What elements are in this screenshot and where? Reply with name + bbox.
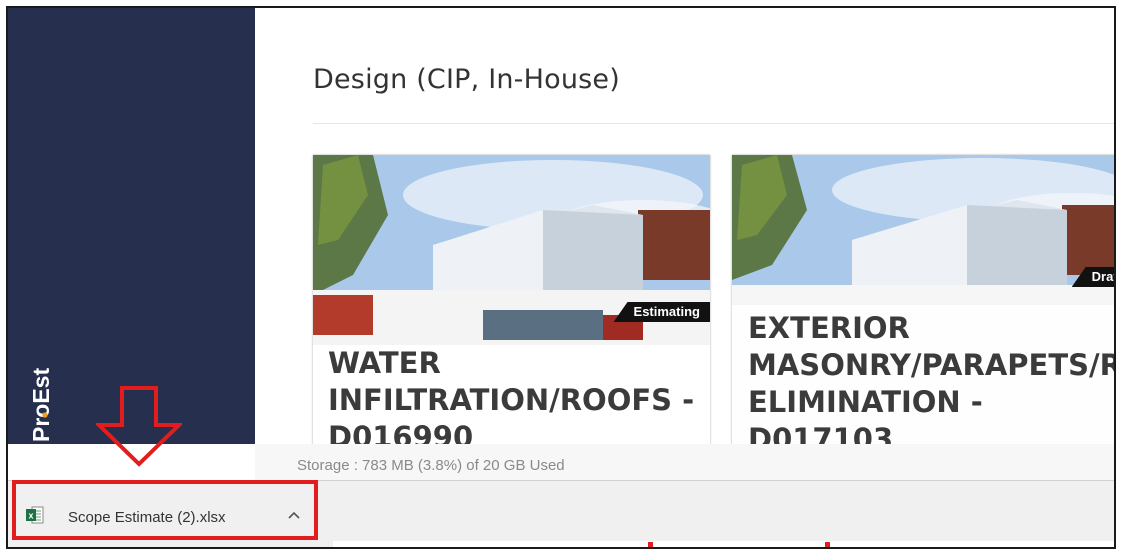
- download-item[interactable]: x Scope Estimate (2).xlsx: [22, 496, 317, 536]
- page-bottom-strip: [333, 541, 1114, 547]
- sidebar: ProEst: [8, 8, 255, 444]
- storage-footer: Storage : 783 MB (3.8%) of 20 GB Used: [255, 444, 1114, 480]
- chevron-up-icon[interactable]: [286, 507, 302, 523]
- project-card[interactable]: Estimating WATER INFILTRATION/ROOFS - D0…: [313, 155, 710, 450]
- proest-logo[interactable]: ProEst: [26, 338, 56, 448]
- svg-text:ProEst: ProEst: [28, 368, 54, 442]
- excel-file-icon: x: [26, 506, 44, 524]
- annotation-down-arrow-icon: [94, 385, 184, 467]
- project-card[interactable]: Draft EXTERIOR MASONRY/PARAPETS/R ELIMIN…: [732, 155, 1116, 450]
- red-marker: [648, 542, 653, 547]
- download-shelf: x Scope Estimate (2).xlsx: [8, 480, 1114, 547]
- storage-usage-text: Storage : 783 MB (3.8%) of 20 GB Used: [297, 457, 565, 474]
- main-content: Design (CIP, In-House) Estimating WATER …: [255, 8, 1114, 450]
- app-window: ProEst Design (CIP, In-House) Estimating…: [6, 6, 1116, 549]
- project-title: EXTERIOR MASONRY/PARAPETS/R ELIMINATION …: [748, 311, 1116, 450]
- title-divider: [313, 123, 1114, 124]
- proest-logo-graphic: ProEst: [28, 368, 54, 442]
- download-file-name: Scope Estimate (2).xlsx: [68, 509, 226, 526]
- status-badge: Estimating: [613, 302, 710, 322]
- page-title: Design (CIP, In-House): [313, 64, 620, 95]
- svg-text:x: x: [28, 511, 33, 521]
- red-marker: [825, 542, 830, 547]
- project-title: WATER INFILTRATION/ROOFS - D016990: [328, 346, 695, 450]
